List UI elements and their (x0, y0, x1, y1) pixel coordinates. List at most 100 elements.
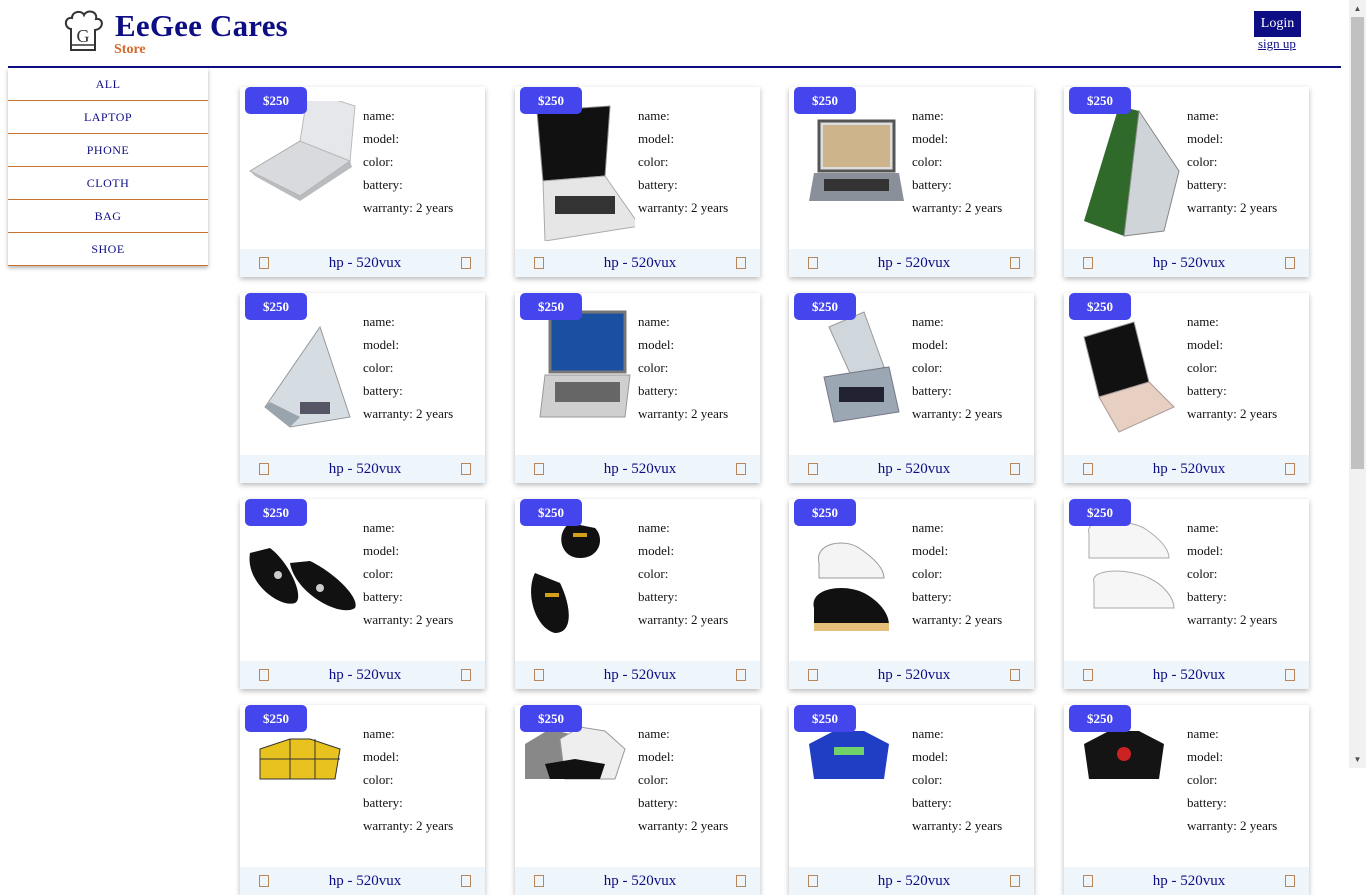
product-image[interactable] (515, 307, 635, 447)
product-image[interactable] (515, 513, 635, 653)
scroll-down-arrow-icon[interactable]: ▼ (1349, 751, 1366, 768)
product-card[interactable]: $250 name: model: color: battery: warran… (1064, 293, 1309, 483)
scroll-up-arrow-icon[interactable]: ▲ (1349, 0, 1366, 17)
cart-icon[interactable] (808, 875, 818, 887)
product-card[interactable]: $250 name: model: color: battery: warran… (1064, 499, 1309, 689)
favorite-icon[interactable] (1010, 669, 1020, 681)
cart-icon[interactable] (1083, 463, 1093, 475)
cart-icon[interactable] (534, 257, 544, 269)
product-image[interactable] (1064, 307, 1184, 447)
product-title[interactable]: hp - 520vux (329, 873, 402, 890)
favorite-icon[interactable] (1285, 669, 1295, 681)
product-image[interactable] (240, 101, 360, 241)
cart-icon[interactable] (808, 463, 818, 475)
spec-name: name: (912, 314, 944, 329)
product-title[interactable]: hp - 520vux (604, 667, 677, 684)
sidebar-item-shoe[interactable]: SHOE (8, 233, 208, 266)
favorite-icon[interactable] (736, 669, 746, 681)
product-title[interactable]: hp - 520vux (604, 873, 677, 890)
product-card[interactable]: $250 name: model: color: battery: warran… (1064, 87, 1309, 277)
product-title[interactable]: hp - 520vux (1153, 255, 1226, 272)
product-image[interactable] (515, 719, 635, 859)
product-image[interactable] (789, 719, 909, 859)
product-card[interactable]: $250 name: model: color: battery: warran… (240, 705, 485, 895)
product-title[interactable]: hp - 520vux (329, 667, 402, 684)
product-image[interactable] (1064, 101, 1184, 241)
product-card[interactable]: $250 name: model: color: battery: warran… (515, 499, 760, 689)
spec-model: model: (1187, 749, 1224, 764)
cart-icon[interactable] (534, 669, 544, 681)
cart-icon[interactable] (808, 669, 818, 681)
product-title[interactable]: hp - 520vux (878, 667, 951, 684)
signup-link[interactable]: sign up (1258, 36, 1296, 52)
favorite-icon[interactable] (736, 257, 746, 269)
product-title[interactable]: hp - 520vux (1153, 873, 1226, 890)
product-title[interactable]: hp - 520vux (878, 255, 951, 272)
spec-name: name: (363, 108, 395, 123)
product-card[interactable]: $250 name: model: color: battery: warran… (240, 87, 485, 277)
favorite-icon[interactable] (1285, 463, 1295, 475)
product-specs: name: model: color: battery: warranty: 2… (363, 104, 453, 219)
cart-icon[interactable] (1083, 875, 1093, 887)
product-title[interactable]: hp - 520vux (604, 461, 677, 478)
product-image[interactable] (1064, 719, 1184, 859)
page-scrollbar[interactable]: ▲ ▼ (1349, 0, 1366, 768)
card-footer: hp - 520vux (515, 867, 760, 895)
sidebar-item-laptop[interactable]: LAPTOP (8, 101, 208, 134)
favorite-icon[interactable] (1010, 463, 1020, 475)
favorite-icon[interactable] (461, 875, 471, 887)
cart-icon[interactable] (259, 463, 269, 475)
product-card[interactable]: $250 name: model: color: battery: warran… (789, 87, 1034, 277)
product-image[interactable] (789, 101, 909, 241)
cart-icon[interactable] (259, 669, 269, 681)
product-card[interactable]: $250 name: model: color: battery: warran… (789, 705, 1034, 895)
product-card[interactable]: $250 name: model: color: battery: warran… (240, 499, 485, 689)
product-image[interactable] (515, 101, 635, 241)
cart-icon[interactable] (259, 257, 269, 269)
favorite-icon[interactable] (1285, 875, 1295, 887)
product-card[interactable]: $250 name: model: color: battery: warran… (789, 499, 1034, 689)
cart-icon[interactable] (1083, 257, 1093, 269)
product-title[interactable]: hp - 520vux (1153, 461, 1226, 478)
product-title[interactable]: hp - 520vux (604, 255, 677, 272)
product-image[interactable] (240, 513, 360, 653)
favorite-icon[interactable] (461, 669, 471, 681)
product-image[interactable] (789, 307, 909, 447)
product-card[interactable]: $250 name: model: color: battery: warran… (515, 293, 760, 483)
product-image[interactable] (1064, 513, 1184, 653)
product-title[interactable]: hp - 520vux (878, 873, 951, 890)
product-image[interactable] (789, 513, 909, 653)
product-title[interactable]: hp - 520vux (329, 255, 402, 272)
scrollbar-thumb[interactable] (1351, 17, 1364, 469)
cart-icon[interactable] (534, 875, 544, 887)
product-card[interactable]: $250 name: model: color: battery: warran… (240, 293, 485, 483)
product-card[interactable]: $250 name: model: color: battery: warran… (515, 705, 760, 895)
card-footer: hp - 520vux (240, 661, 485, 689)
product-card[interactable]: $250 name: model: color: battery: warran… (789, 293, 1034, 483)
favorite-icon[interactable] (461, 257, 471, 269)
product-title[interactable]: hp - 520vux (329, 461, 402, 478)
product-title[interactable]: hp - 520vux (1153, 667, 1226, 684)
sidebar-item-all[interactable]: ALL (8, 68, 208, 101)
product-image[interactable] (240, 719, 360, 859)
product-title[interactable]: hp - 520vux (878, 461, 951, 478)
sidebar-item-cloth[interactable]: CLOTH (8, 167, 208, 200)
spec-warranty: warranty: 2 years (638, 612, 729, 627)
sidebar-item-phone[interactable]: PHONE (8, 134, 208, 167)
cart-icon[interactable] (1083, 669, 1093, 681)
spec-battery: battery: (912, 383, 952, 398)
cart-icon[interactable] (808, 257, 818, 269)
cart-icon[interactable] (259, 875, 269, 887)
login-button[interactable]: Login (1254, 11, 1301, 37)
favorite-icon[interactable] (1010, 257, 1020, 269)
favorite-icon[interactable] (1285, 257, 1295, 269)
favorite-icon[interactable] (1010, 875, 1020, 887)
product-card[interactable]: $250 name: model: color: battery: warran… (515, 87, 760, 277)
product-card[interactable]: $250 name: model: color: battery: warran… (1064, 705, 1309, 895)
favorite-icon[interactable] (461, 463, 471, 475)
favorite-icon[interactable] (736, 875, 746, 887)
cart-icon[interactable] (534, 463, 544, 475)
sidebar-item-bag[interactable]: BAG (8, 200, 208, 233)
product-image[interactable] (240, 307, 360, 447)
favorite-icon[interactable] (736, 463, 746, 475)
